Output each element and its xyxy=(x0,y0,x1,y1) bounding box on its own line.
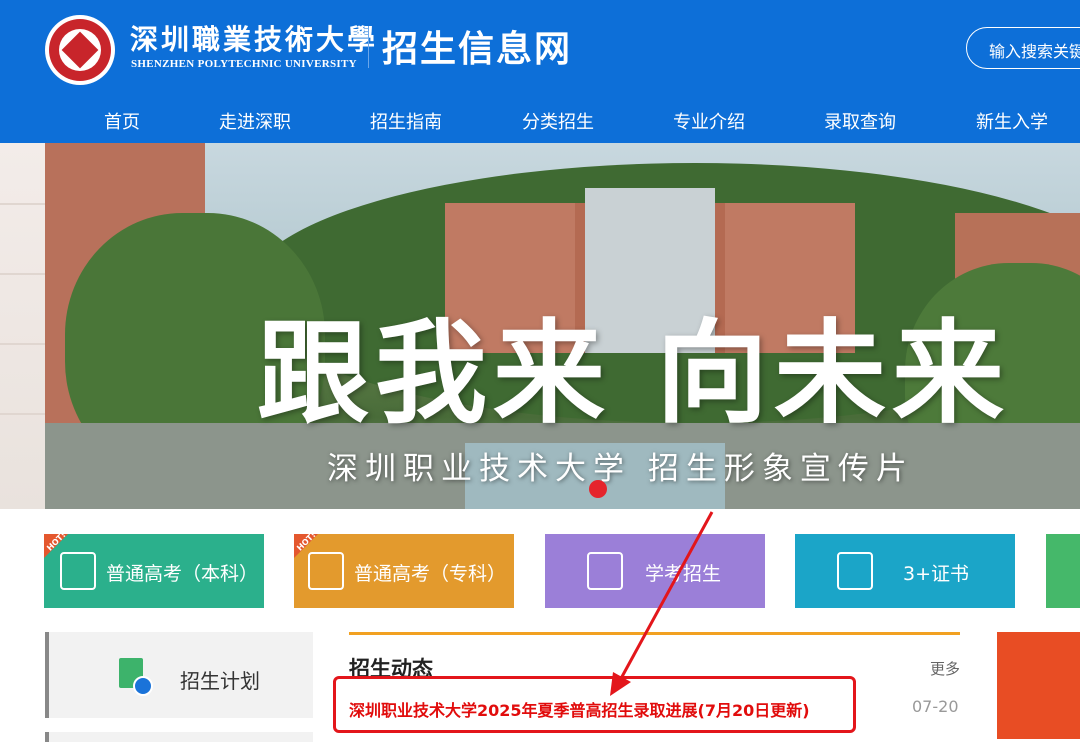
category-tile-3-plus-certificate[interactable]: 3+证书 xyxy=(795,534,1015,608)
category-tile-academic-test[interactable]: 学考招生 xyxy=(545,534,765,608)
site-title: 招生信息网 xyxy=(382,29,573,70)
carousel-dot-active[interactable] xyxy=(589,480,607,498)
nav-item-admission-query[interactable]: 录取查询 xyxy=(824,108,896,134)
id-card-icon xyxy=(587,552,623,590)
globe-badge-icon xyxy=(133,676,153,696)
banner-slogan: 跟我来 向未来 xyxy=(257,309,1010,439)
sidebar-item-enrollment-plan[interactable]: 招生计划 xyxy=(45,632,313,718)
nav-item-home[interactable]: 首页 xyxy=(104,108,140,134)
news-item-date: 07-20 xyxy=(912,697,959,716)
hot-badge-label: HOT! xyxy=(45,530,68,553)
hero-banner[interactable]: 跟我来 向未来 深圳职业技术大学 招生形象宣传片 xyxy=(45,143,1080,509)
category-label: 普通高考（本科） xyxy=(106,563,259,585)
nav-item-freshman[interactable]: 新生入学 xyxy=(976,108,1048,134)
site-header: 深圳職業技術大學 SHENZHEN POLYTECHNIC UNIVERSITY… xyxy=(0,0,1080,143)
category-label: 学考招生 xyxy=(645,563,722,585)
document-icon xyxy=(308,552,344,590)
category-tile-more[interactable] xyxy=(1046,534,1080,608)
category-tile-junior-college[interactable]: HOT! 普通高考（专科） xyxy=(294,530,514,608)
university-name-en: SHENZHEN POLYTECHNIC UNIVERSITY xyxy=(131,58,357,70)
peek-stripe xyxy=(0,343,45,345)
category-tile-undergrad[interactable]: HOT! 普通高考（本科） xyxy=(44,530,264,608)
search-input[interactable]: 输入搜索关键 xyxy=(966,27,1080,69)
news-accent-line xyxy=(349,632,960,635)
category-label: 普通高考（专科） xyxy=(354,563,507,585)
search-placeholder: 输入搜索关键 xyxy=(989,42,1080,61)
banner-previous-slide-peek xyxy=(0,143,45,509)
peek-stripe xyxy=(0,203,45,205)
sidebar-item-next[interactable] xyxy=(45,732,313,742)
peek-stripe xyxy=(0,273,45,275)
highlight-annotation-box xyxy=(333,676,856,733)
news-more-link[interactable]: 更多 xyxy=(930,658,960,679)
sidebar-item-label: 招生计划 xyxy=(180,669,260,693)
peek-stripe xyxy=(0,413,45,415)
edit-doc-icon xyxy=(60,552,96,590)
banner-subtitle: 深圳职业技术大学 招生形象宣传片 xyxy=(327,451,914,487)
building-icon xyxy=(837,552,873,590)
nav-item-category-admission[interactable]: 分类招生 xyxy=(522,108,594,134)
main-nav: 首页 走进深职 招生指南 分类招生 专业介绍 录取查询 新生入学 xyxy=(0,96,1080,143)
category-label: 3+证书 xyxy=(903,563,970,585)
right-promo-panel[interactable] xyxy=(997,632,1080,739)
nav-item-about[interactable]: 走进深职 xyxy=(219,108,291,134)
university-name-cn: 深圳職業技術大學 xyxy=(130,23,379,56)
plan-doc-icon xyxy=(119,658,153,696)
university-logo[interactable] xyxy=(45,15,115,85)
hot-badge-label: HOT! xyxy=(295,530,318,553)
nav-item-majors[interactable]: 专业介绍 xyxy=(673,108,745,134)
nav-item-guide[interactable]: 招生指南 xyxy=(370,108,442,134)
logo-divider xyxy=(368,26,369,68)
